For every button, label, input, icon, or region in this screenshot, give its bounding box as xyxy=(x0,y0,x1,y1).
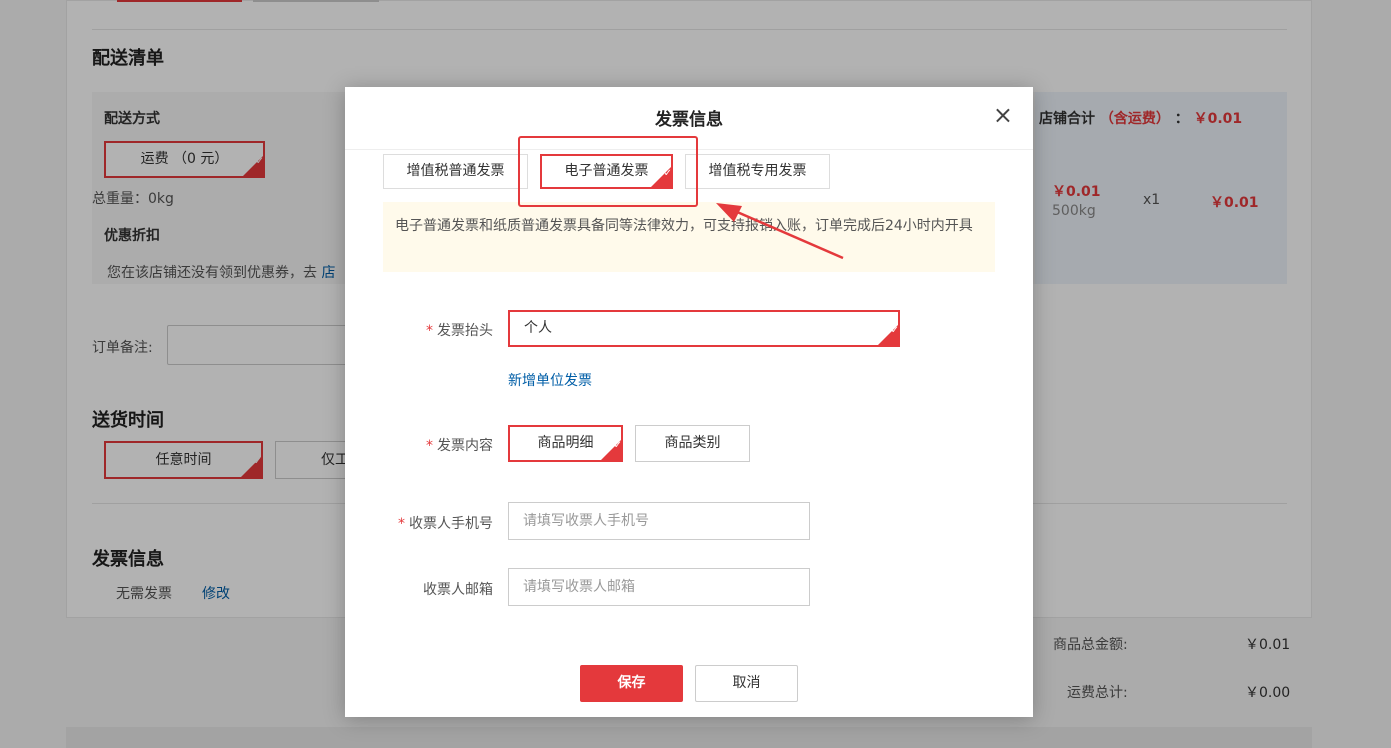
annotation-arrow-icon xyxy=(716,203,844,260)
